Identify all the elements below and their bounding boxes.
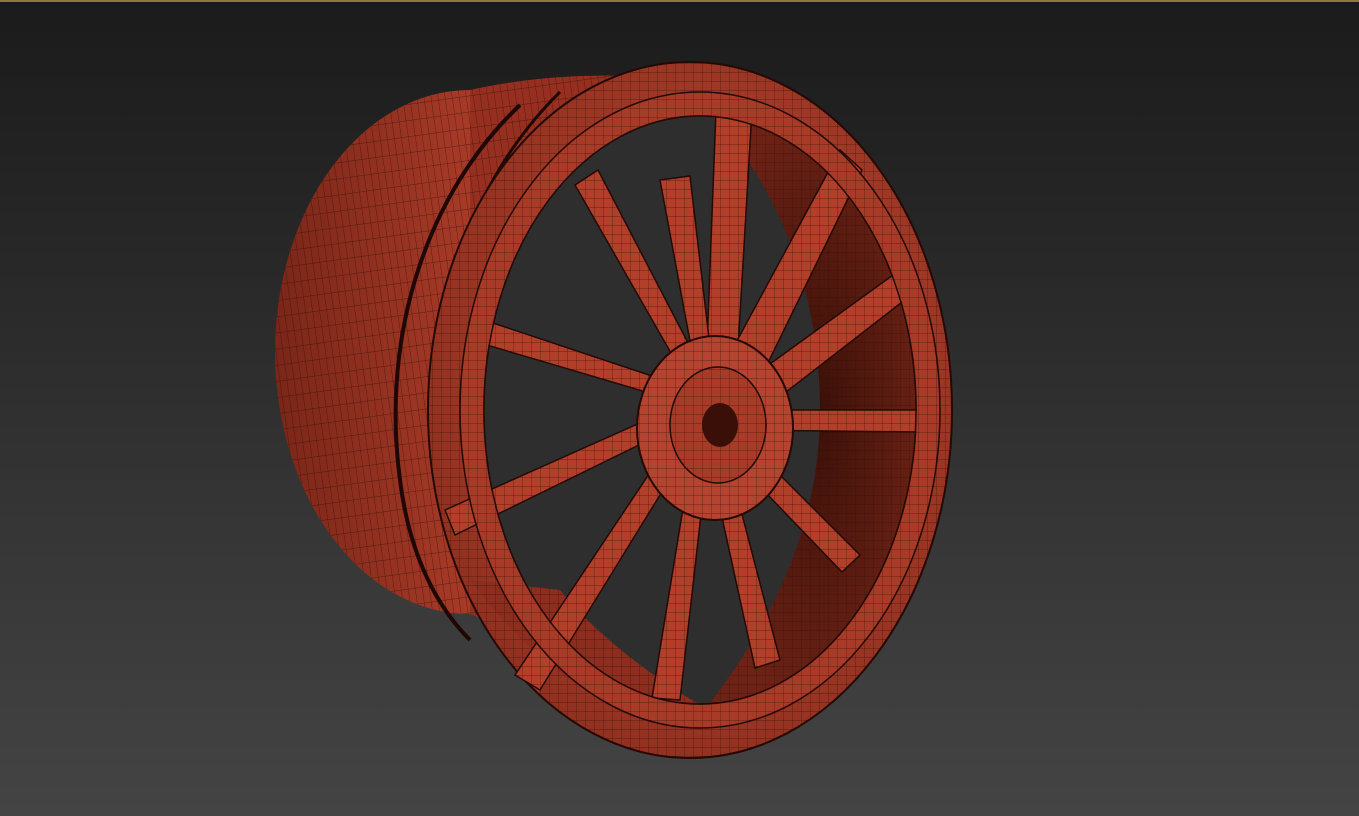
3d-viewport[interactable] (0, 0, 1359, 816)
rim-hub (636, 335, 794, 521)
center-bore-icon (702, 403, 738, 447)
wheel-rim-model[interactable] (0, 0, 1359, 816)
